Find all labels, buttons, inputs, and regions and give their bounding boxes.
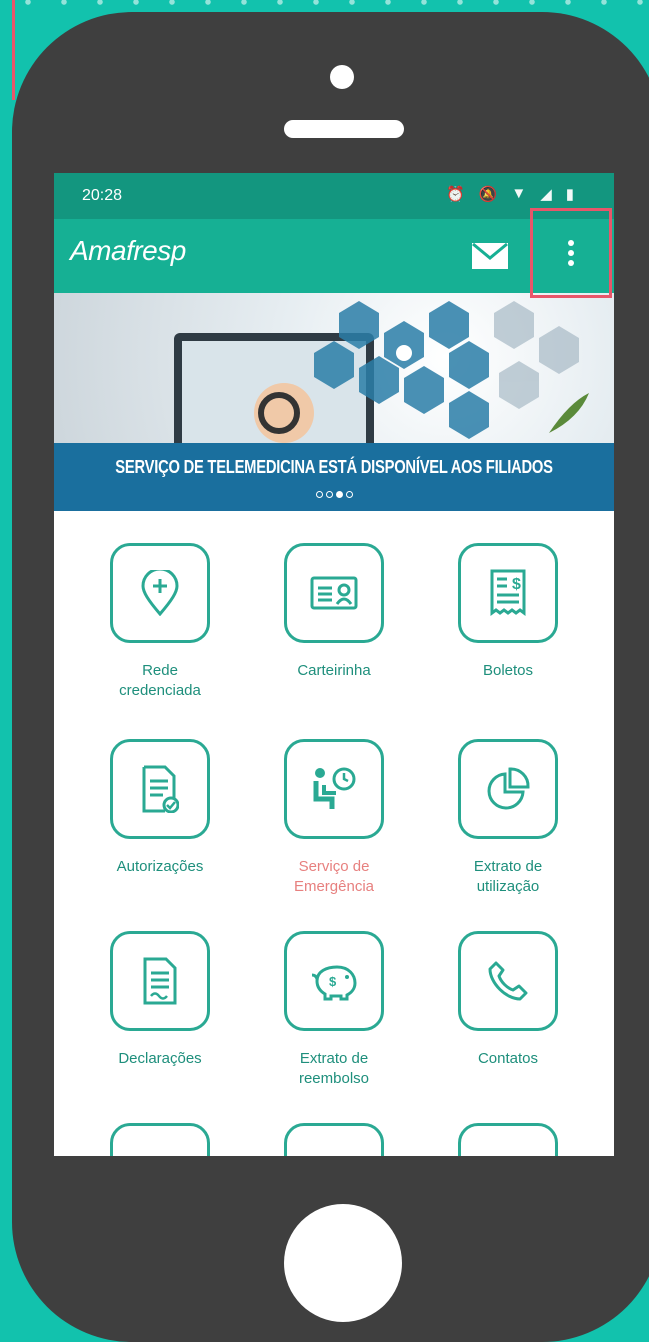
annotation-line-left [12, 0, 15, 100]
menu-item-boletos[interactable]: $ Boletos [438, 543, 578, 681]
menu-item-extrato-utilizacao[interactable]: Extrato de utilização [438, 739, 578, 897]
phone-camera [330, 65, 354, 89]
status-icons: ⏰ 🔕 ▼ ◢ ▮ [446, 185, 574, 203]
menu-item-partial[interactable] [264, 1123, 404, 1156]
menu-item-label: Carteirinha [297, 662, 371, 679]
svg-text:$: $ [512, 576, 521, 593]
menu-item-label: Extrato de utilização [473, 858, 543, 895]
receipt-icon: $ [490, 569, 526, 616]
pie-chart-icon [487, 767, 530, 810]
mute-icon: 🔕 [478, 186, 498, 203]
location-plus-icon [141, 570, 179, 616]
menu-item-rede-credenciada[interactable]: Rede credenciada [90, 543, 230, 701]
document-icon [143, 957, 177, 1005]
menu-item-declaracoes[interactable]: Declarações [90, 931, 230, 1069]
battery-icon: ▮ [565, 186, 574, 203]
menu-item-label: Autorizações [116, 858, 204, 875]
banner-image [54, 293, 614, 453]
pager-dot[interactable] [315, 491, 323, 498]
piggy-bank-icon: $ [311, 965, 357, 1001]
menu-item-label: Serviço de Emergência [293, 858, 375, 895]
more-options-button[interactable] [530, 208, 612, 298]
wifi-icon: ▼ [511, 185, 527, 202]
menu-item-extrato-reembolso[interactable]: $ Extrato de reembolso [264, 931, 404, 1089]
signal-icon: ◢ [540, 186, 552, 203]
menu-item-label: Extrato de reembolso [298, 1050, 370, 1087]
menu-item-partial[interactable] [90, 1123, 230, 1156]
menu-item-label: Rede credenciada [119, 662, 201, 699]
id-card-icon [310, 576, 358, 610]
mail-icon [472, 242, 508, 269]
home-button[interactable] [284, 1204, 402, 1322]
mail-button[interactable] [472, 242, 508, 269]
menu-item-autorizacoes[interactable]: Autorizações [90, 739, 230, 877]
svg-text:$: $ [329, 974, 337, 989]
pager-dot-active[interactable] [335, 491, 343, 498]
menu-item-contatos[interactable]: Contatos [438, 931, 578, 1069]
banner-caption-text: SERVIÇO DE TELEMEDICINA ESTÁ DISPONÍVEL … [115, 457, 553, 477]
banner-caption: SERVIÇO DE TELEMEDICINA ESTÁ DISPONÍVEL … [54, 443, 614, 511]
pager-dot[interactable] [345, 491, 353, 498]
menu-item-label: Contatos [477, 1050, 539, 1067]
more-vert-icon [568, 240, 574, 266]
banner-pager [54, 491, 614, 498]
app-screen: 20:28 ⏰ 🔕 ▼ ◢ ▮ Amafresp SERVIÇO DE TELE… [54, 173, 614, 1156]
menu-item-servico-emergencia[interactable]: Serviço de Emergência [264, 739, 404, 897]
status-time: 20:28 [82, 187, 123, 204]
app-logo: Amafresp [70, 235, 186, 266]
menu-item-carteirinha[interactable]: Carteirinha [264, 543, 404, 681]
pager-dot[interactable] [325, 491, 333, 498]
menu-item-partial[interactable] [438, 1123, 578, 1156]
document-check-icon [142, 765, 179, 813]
menu-item-label: Boletos [482, 662, 534, 679]
alarm-icon: ⏰ [445, 186, 465, 203]
banner-carousel[interactable]: SERVIÇO DE TELEMEDICINA ESTÁ DISPONÍVEL … [54, 293, 614, 511]
phone-speaker [284, 120, 404, 138]
emergency-seat-icon [313, 767, 356, 809]
phone-icon [488, 961, 528, 1001]
menu-item-label: Declarações [118, 1050, 202, 1067]
